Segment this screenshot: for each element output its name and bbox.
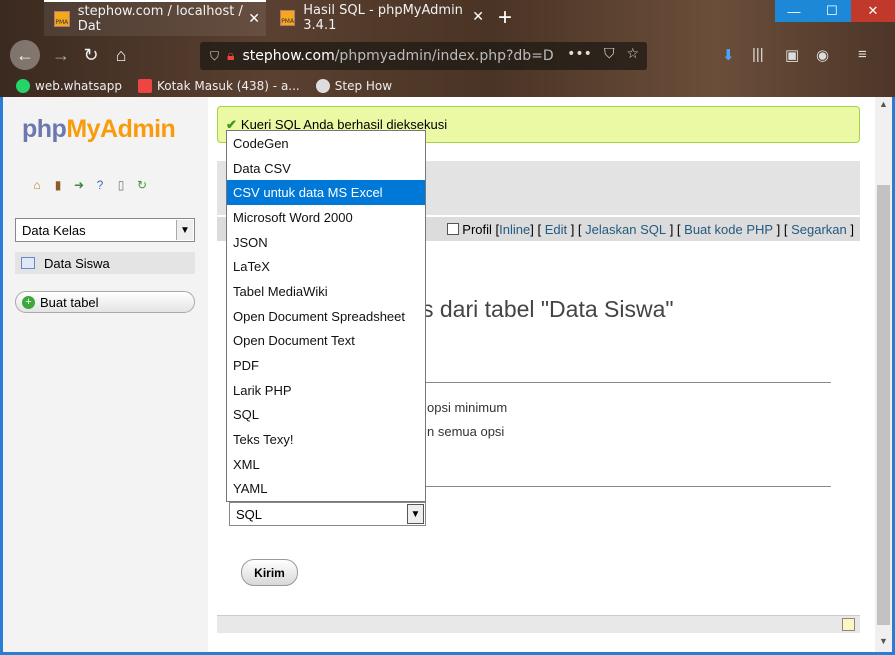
navigation-bar: ← → ↻ ⌂ ⛉ 🔒︎ stephow.com/phpmyadmin/inde… [0,38,895,72]
inline-link[interactable]: Inline [499,222,530,237]
close-tab-icon[interactable]: ✕ [248,11,260,27]
bookmark-label: Step How [334,79,393,93]
account-icon[interactable]: ◉ [816,46,829,64]
scroll-up-icon[interactable]: ▲ [879,99,888,109]
dropdown-option[interactable]: CSV untuk data MS Excel [227,180,425,206]
maximize-icon[interactable]: ☐ [813,0,851,22]
url-path: /phpmyadmin/index.php?db=D [334,48,554,64]
bookmark-stephow[interactable]: Step How [315,79,393,93]
sidebar-icon[interactable]: ▣ [785,46,799,64]
pocket-icon[interactable]: ⛉ [604,46,615,62]
divider [422,382,831,383]
home-icon[interactable]: ⌂ [29,177,45,193]
scroll-down-icon[interactable]: ▼ [879,636,888,646]
dropdown-option[interactable]: Larik PHP [227,378,425,403]
create-table-button[interactable]: + Buat tabel [15,291,195,313]
stephow-icon [315,79,330,93]
divider [422,486,831,487]
close-window-icon[interactable]: ✕ [851,0,895,22]
submit-button[interactable]: Kirim [241,559,298,586]
dropdown-option[interactable]: Microsoft Word 2000 [227,205,425,230]
library-icon[interactable]: ||| [752,46,764,63]
page-title: s dari tabel "Data Siswa" [422,296,674,322]
help-icon[interactable]: ? [92,177,108,193]
sidebar-toolbar: ⌂ ▮ ➜ ? ▯ ↻ [29,177,150,193]
explain-sql-link[interactable]: Jelaskan SQL [585,222,666,237]
documentation-icon[interactable]: ▯ [113,177,129,193]
phpmyadmin-favicon-icon: PMA [54,11,70,27]
minimize-icon[interactable]: — [775,0,813,22]
bookmark-label: web.whatsapp [35,79,122,93]
phpmyadmin-logo[interactable]: phpMyAdmin [22,115,176,144]
database-select[interactable]: Data Kelas ▼ [15,218,195,242]
reload-icon[interactable]: ↻ [78,42,104,68]
bookmark-gmail[interactable]: Kotak Masuk (438) - a... [137,79,300,93]
tab-stephow[interactable]: PMA stephow.com / localhost / Dat ✕ [44,0,266,36]
bookmark-whatsapp[interactable]: web.whatsapp [16,79,122,93]
edit-link[interactable]: Edit [545,222,567,237]
back-arrow-icon[interactable]: ← [10,40,40,70]
tab-hasil-sql[interactable]: PMA Hasil SQL - phpMyAdmin 3.4.1 ✕ [270,0,490,36]
page-scrollbar[interactable]: ▲ ▼ [875,97,892,652]
bookmark-star-icon[interactable]: ☆ [626,46,639,62]
chevron-down-icon[interactable]: ▼ [176,220,193,240]
forward-arrow-icon[interactable]: → [48,42,74,68]
more-actions-icon[interactable]: ••• [567,46,592,62]
dropdown-option[interactable]: LaTeX [227,254,425,279]
bookmark-label: Kotak Masuk (438) - a... [156,79,300,93]
gmail-icon [137,79,152,93]
pma-sidebar: phpMyAdmin ⌂ ▮ ➜ ? ▯ ↻ Data Kelas ▼ Data… [3,97,208,652]
dropdown-option[interactable]: SQL [227,403,425,428]
dropdown-option[interactable]: Data CSV [227,156,425,181]
refresh-link[interactable]: Segarkan [791,222,847,237]
close-tab-icon[interactable]: ✕ [472,9,484,25]
shield-icon[interactable]: ⛉ [210,49,219,64]
menu-icon[interactable]: ≡ [858,46,867,63]
url-bar[interactable]: ⛉ 🔒︎ stephow.com/phpmyadmin/index.php?db… [200,42,647,70]
new-tab-icon[interactable]: + [498,4,512,32]
query-window-icon[interactable]: ➜ [71,177,87,193]
export-option-minimum[interactable]: opsi minimum [427,400,507,415]
chevron-down-icon[interactable]: ▼ [407,504,424,524]
logout-icon[interactable]: ▮ [50,177,66,193]
plus-icon: + [22,295,35,309]
window-controls: — ☐ ✕ [775,0,895,22]
browser-chrome: PMA stephow.com / localhost / Dat ✕ PMA … [0,0,895,97]
dropdown-option[interactable]: YAML [227,477,425,502]
sidebar-item-data-siswa[interactable]: Data Siswa [15,252,195,274]
phpmyadmin-favicon-icon: PMA [280,10,296,26]
insecure-lock-icon[interactable]: 🔒︎ [227,48,234,64]
dropdown-option[interactable]: JSON [227,230,425,255]
note-icon[interactable] [842,618,855,631]
dropdown-option[interactable]: Open Document Text [227,329,425,354]
format-dropdown-list[interactable]: CodeGen Data CSV CSV untuk data MS Excel Mi… [226,130,426,502]
whatsapp-icon [16,79,30,93]
dropdown-option[interactable]: PDF [227,353,425,378]
download-icon[interactable]: ⬇ [722,46,735,64]
tab-title: stephow.com / localhost / Dat [77,4,243,34]
scrollbar-thumb[interactable] [877,185,890,625]
dropdown-option[interactable]: Open Document Spreadsheet [227,304,425,329]
url-host: stephow.com [242,48,335,64]
bookmarks-bar: web.whatsapp Kotak Masuk (438) - a... St… [0,75,895,97]
tab-title: Hasil SQL - phpMyAdmin 3.4.1 [303,3,463,33]
footer-bar [217,615,860,633]
table-icon [21,257,35,269]
dropdown-option[interactable]: CodeGen [227,131,425,156]
dropdown-option[interactable]: Teks Texy! [227,427,425,452]
page-content: phpMyAdmin ⌂ ▮ ➜ ? ▯ ↻ Data Kelas ▼ Data… [0,97,895,655]
profil-checkbox[interactable] [447,223,460,235]
dropdown-option[interactable]: XML [227,452,425,477]
reload-navigation-icon[interactable]: ↻ [134,177,150,193]
home-icon[interactable]: ⌂ [108,42,134,68]
create-php-code-link[interactable]: Buat kode PHP [684,222,773,237]
format-select[interactable]: SQL ▼ [229,502,426,526]
dropdown-option[interactable]: Tabel MediaWiki [227,279,425,304]
sidebar-item-label: Data Siswa [44,255,110,271]
export-option-all[interactable]: n semua opsi [427,424,504,439]
